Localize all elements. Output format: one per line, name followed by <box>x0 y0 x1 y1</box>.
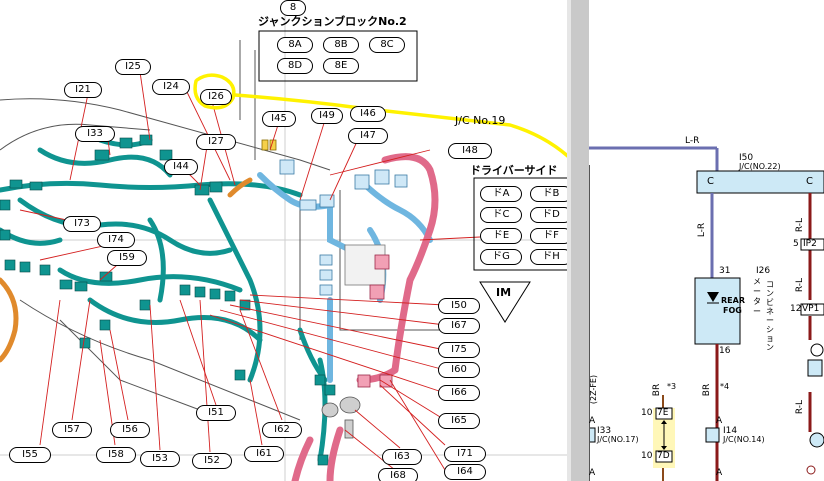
i14-sublabel: J/C(NO.14) <box>723 435 765 444</box>
connector-label-i44: I44 <box>164 159 198 175</box>
connector-label-i47: I47 <box>348 128 388 144</box>
connector-label-i74: I74 <box>97 232 135 248</box>
connector-label-i52: I52 <box>192 453 232 469</box>
driver-side-connector-g: ドG <box>480 249 522 265</box>
connector-label-i56: I56 <box>110 422 150 438</box>
connector-7e: 7E <box>657 408 669 418</box>
connector-label-i45: I45 <box>262 111 296 127</box>
schematic-diagram <box>589 146 824 481</box>
pin-10-upper: 10 <box>641 408 653 418</box>
jb-connector-8d: 8D <box>277 58 313 74</box>
i50-sublabel: J/C(NO.22) <box>739 162 781 171</box>
connector-label-i73: I73 <box>63 216 101 232</box>
harness-location-page: 8 ジャンクションブロックNo.2 8A 8B 8C 8D 8E J/C No.… <box>0 0 567 481</box>
connector-label-i63: I63 <box>382 449 422 465</box>
junction-block-title: ジャンクションブロックNo.2 <box>258 15 407 28</box>
connector-label-i49: I49 <box>311 108 343 124</box>
connector-label-i62: I62 <box>262 422 302 438</box>
jb-connector-8e: 8E <box>323 58 359 74</box>
wire-label-left-vertical: L-R <box>697 222 708 238</box>
vp1-connector-label: VP1 <box>802 304 820 314</box>
connector-label-i25: I25 <box>115 59 151 75</box>
rear-fog-label-1: REAR <box>721 296 745 305</box>
connector-label-i48: I48 <box>448 143 492 159</box>
i26-combination-label: コンビネーション <box>766 280 774 352</box>
wire-label-top: L-R <box>685 136 700 146</box>
connector-label-i24: I24 <box>152 79 190 95</box>
connector-label-i61: I61 <box>244 446 284 462</box>
wiring-schematic-page: L-R I50 J/C(NO.22) C C L-R R-L 5 IP2 31 … <box>589 0 824 481</box>
connector-label-i60: I60 <box>438 362 480 378</box>
connector-label-i65: I65 <box>438 413 480 429</box>
connector-label-i67: I67 <box>438 318 480 334</box>
driver-side-connector-d: ドD <box>530 207 567 223</box>
pin-a-1: A <box>589 416 596 426</box>
wire-label-br-1: BR <box>652 383 663 397</box>
jb-connector-8a: 8A <box>277 37 313 53</box>
pin-10-lower: 10 <box>641 451 653 461</box>
connector-label-i27: I27 <box>196 134 236 150</box>
jb-connector-8b: 8B <box>323 37 359 53</box>
driver-side-connector-a: ドA <box>480 186 522 202</box>
jc-pin-c-left: C <box>707 176 714 187</box>
rear-fog-label-2: FOG <box>723 306 742 315</box>
pin-a-3: A <box>589 468 596 478</box>
br-note-2: *4 <box>720 382 730 391</box>
driver-side-connector-f: ドF <box>530 228 567 244</box>
connector-label-i71: I71 <box>444 446 486 462</box>
driver-side-title: ドライバーサイド <box>470 164 558 177</box>
connector-label-i21: I21 <box>64 82 102 98</box>
wire-label-right-3: R-L <box>795 399 806 415</box>
connector-label-i53: I53 <box>140 451 180 467</box>
connector-label-i50: I50 <box>438 298 480 314</box>
connector-label-i64: I64 <box>444 464 486 480</box>
jc-no19-label: J/C No.19 <box>455 114 506 127</box>
connector-label-i59: I59 <box>107 250 147 266</box>
br-note-1: *3 <box>667 382 677 391</box>
page-gutter-shadow <box>567 0 571 481</box>
pin-31: 31 <box>719 266 731 276</box>
pin-16: 16 <box>719 346 731 356</box>
connector-label-i55: I55 <box>9 447 51 463</box>
ip2-connector-label: IP2 <box>803 239 817 249</box>
connector-label-i68: I68 <box>378 468 418 481</box>
engine-variant-side-text: (2Z-FE) <box>589 374 599 405</box>
connector-label-i26: I26 <box>200 89 232 105</box>
connector-label-i51: I51 <box>196 405 236 421</box>
connector-label-i58: I58 <box>96 447 136 463</box>
connector-label-i75: I75 <box>438 342 480 358</box>
connector-label-i57: I57 <box>52 422 92 438</box>
pin-a-4: A <box>716 468 723 478</box>
wire-label-right-vertical: R-L <box>795 217 806 233</box>
driver-side-connector-e: ドE <box>480 228 522 244</box>
ip2-pin-number: 5 <box>793 239 799 249</box>
wire-label-right-2: R-L <box>795 277 806 293</box>
connector-7d: 7D <box>657 451 670 461</box>
wire-label-br-2: BR <box>702 383 713 397</box>
driver-side-connector-h: ドH <box>530 249 567 265</box>
driver-side-connector-c: ドC <box>480 207 522 223</box>
i26-meter-label: メーター <box>753 277 761 316</box>
connector-label-i46: I46 <box>350 106 386 122</box>
pin-12: 12 <box>790 304 802 314</box>
jc-pin-c-right: C <box>806 176 813 187</box>
im-label: IM <box>496 286 512 299</box>
i26-label: I26 <box>756 266 771 276</box>
connector-label-i66: I66 <box>438 385 480 401</box>
jb-connector-8c: 8C <box>369 37 405 53</box>
pin-a-2: A <box>716 416 723 426</box>
driver-side-connector-b: ドB <box>530 186 567 202</box>
i33-sublabel: J/C(NO.17) <box>597 435 639 444</box>
connector-label-i33: I33 <box>75 126 115 142</box>
